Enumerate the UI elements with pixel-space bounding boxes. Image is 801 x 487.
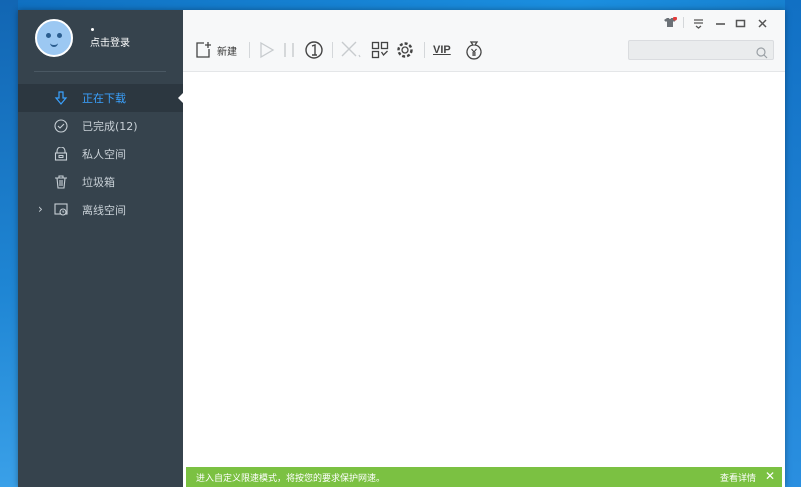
view-details-link[interactable]: 查看详情 bbox=[720, 471, 756, 484]
notice-text: 进入自定义限速模式，将按您的要求保护网速。 bbox=[196, 473, 386, 484]
check-circle-icon bbox=[54, 119, 68, 133]
recharge-button[interactable] bbox=[465, 40, 483, 60]
avatar-eye bbox=[46, 33, 51, 38]
new-task-label: 新建 bbox=[217, 46, 237, 58]
delete-x-icon bbox=[340, 40, 362, 60]
divider bbox=[249, 42, 250, 58]
avatar[interactable] bbox=[35, 19, 73, 57]
new-file-icon bbox=[195, 41, 213, 59]
close-icon bbox=[757, 14, 768, 33]
sidebar-item-label: 垃圾箱 bbox=[82, 176, 115, 189]
speed-limit-button[interactable] bbox=[304, 40, 324, 60]
login-link[interactable]: 点击登录 bbox=[90, 34, 130, 49]
lock-icon bbox=[54, 146, 68, 161]
maximize-button[interactable] bbox=[735, 16, 746, 30]
menu-button[interactable] bbox=[693, 16, 704, 30]
vip-badge: VIP bbox=[433, 44, 451, 56]
sidebar-nav: 正在下载 已完成(12) 私人空间 垃圾箱 › 离线空间 bbox=[18, 84, 183, 224]
chevron-right-icon[interactable]: › bbox=[38, 202, 43, 216]
minimize-icon bbox=[715, 14, 726, 33]
menu-down-icon bbox=[693, 14, 704, 33]
offline-space-icon bbox=[54, 203, 68, 217]
sidebar-item-label: 已完成(12) bbox=[82, 120, 138, 133]
pause-button[interactable] bbox=[282, 40, 296, 60]
play-icon bbox=[258, 41, 276, 59]
qr-code-button[interactable] bbox=[371, 40, 389, 60]
delete-button[interactable] bbox=[340, 40, 362, 60]
avatar-mouth bbox=[50, 43, 58, 47]
user-panel: 点击登录 bbox=[18, 10, 183, 76]
sidebar: 点击登录 正在下载 已完成(12) 私人空间 垃圾箱 › 离线空间 bbox=[18, 10, 183, 487]
sidebar-item-completed[interactable]: 已完成(12) bbox=[18, 112, 183, 140]
sidebar-item-trash[interactable]: 垃圾箱 bbox=[18, 168, 183, 196]
sidebar-item-offline-space[interactable]: › 离线空间 bbox=[18, 196, 183, 224]
speed-limit-icon bbox=[304, 40, 324, 60]
sidebar-item-label: 离线空间 bbox=[82, 204, 126, 217]
close-button[interactable] bbox=[757, 16, 768, 30]
coin-bag-icon bbox=[465, 40, 483, 60]
settings-button[interactable] bbox=[395, 40, 415, 60]
divider bbox=[424, 42, 425, 58]
avatar-eye bbox=[57, 33, 62, 38]
status-dot bbox=[91, 28, 94, 31]
speed-limit-notice-bar: 进入自定义限速模式，将按您的要求保护网速。 查看详情 ✕ bbox=[186, 467, 782, 487]
desktop-background-left bbox=[0, 0, 18, 487]
vip-button[interactable]: VIP bbox=[433, 40, 451, 60]
desktop-background-right bbox=[785, 0, 801, 487]
sidebar-item-label: 正在下载 bbox=[82, 92, 126, 105]
trash-icon bbox=[54, 175, 68, 189]
pause-icon bbox=[282, 41, 296, 59]
start-button[interactable] bbox=[258, 40, 276, 60]
shirt-icon bbox=[663, 14, 677, 33]
gear-icon bbox=[395, 40, 415, 60]
new-task-button[interactable]: 新建 bbox=[195, 40, 237, 60]
sidebar-item-private-space[interactable]: 私人空间 bbox=[18, 140, 183, 168]
notice-close-icon[interactable]: ✕ bbox=[765, 469, 775, 483]
divider bbox=[332, 42, 333, 58]
maximize-icon bbox=[735, 14, 746, 33]
search-icon[interactable] bbox=[756, 44, 768, 63]
download-manager-window: 点击登录 正在下载 已完成(12) 私人空间 垃圾箱 › 离线空间 新建 VIP… bbox=[18, 10, 785, 487]
qr-code-icon bbox=[371, 41, 389, 59]
main-panel: 新建 VIP 进入自定义限速模式，将按您的要求保护网速。 查看详情 ✕ bbox=[183, 10, 785, 487]
search-input[interactable] bbox=[628, 40, 774, 60]
divider bbox=[34, 71, 166, 72]
download-arrow-icon bbox=[54, 91, 68, 105]
download-list-area[interactable] bbox=[183, 72, 785, 467]
sidebar-item-label: 私人空间 bbox=[82, 148, 126, 161]
toolbar: 新建 VIP bbox=[183, 10, 785, 72]
minimize-button[interactable] bbox=[715, 16, 726, 30]
divider bbox=[683, 17, 684, 28]
sidebar-item-downloading[interactable]: 正在下载 bbox=[18, 84, 183, 112]
skin-button[interactable] bbox=[663, 16, 677, 30]
